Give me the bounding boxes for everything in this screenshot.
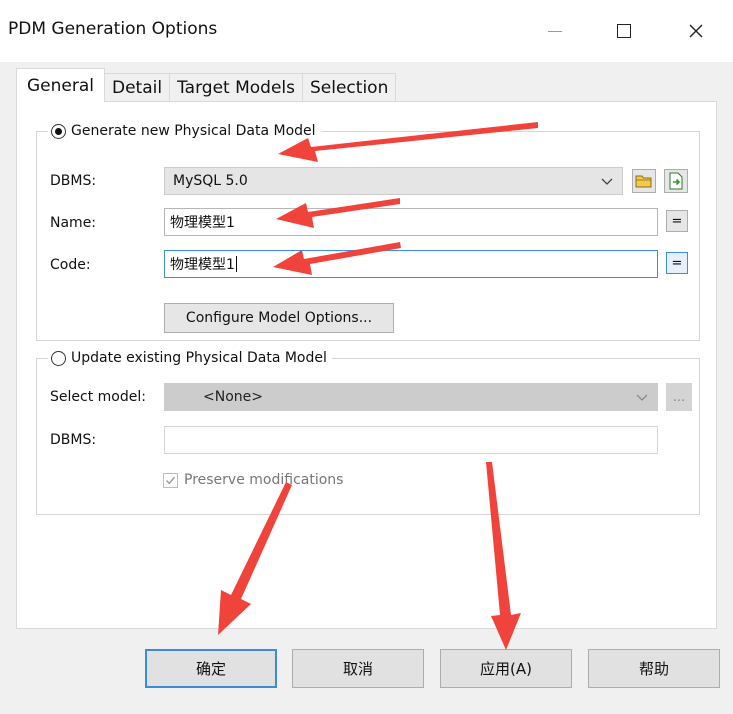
title-bar: PDM Generation Options: [0, 0, 733, 62]
configure-model-options-button[interactable]: Configure Model Options...: [164, 303, 394, 333]
tab-general[interactable]: General: [16, 68, 105, 102]
browse-model-button[interactable]: ...: [666, 383, 692, 411]
dbms-select[interactable]: MySQL 5.0: [164, 167, 623, 195]
code-label: Code:: [50, 257, 91, 273]
minimize-button[interactable]: [535, 14, 575, 48]
select-model-label: Select model:: [50, 389, 146, 405]
name-input[interactable]: 物理模型1: [164, 208, 658, 236]
ok-button[interactable]: 确定: [145, 649, 277, 688]
tab-target-models[interactable]: Target Models: [169, 73, 303, 102]
update-existing-option[interactable]: Update existing Physical Data Model: [48, 348, 332, 368]
code-input[interactable]: 物理模型1: [164, 250, 658, 278]
update-existing-label: Update existing Physical Data Model: [71, 350, 327, 366]
help-button[interactable]: 帮助: [588, 649, 720, 688]
dialog-body: General Detail Target Models Selection G…: [0, 62, 733, 714]
tab-strip: General Detail Target Models Selection: [16, 68, 397, 102]
code-equals-button[interactable]: =: [666, 252, 688, 274]
tab-selection[interactable]: Selection: [302, 73, 397, 102]
window-title: PDM Generation Options: [8, 19, 218, 39]
folder-icon: [635, 175, 652, 188]
preserve-modifications-checkbox[interactable]: [163, 472, 178, 488]
maximize-icon: [617, 24, 631, 38]
import-document-icon: [669, 172, 683, 190]
name-equals-button[interactable]: =: [666, 210, 688, 232]
name-input-value: 物理模型1: [170, 215, 235, 231]
general-tab-panel: Generate new Physical Data Model DBMS: M…: [16, 101, 717, 629]
checkmark-icon: [166, 476, 176, 484]
generate-new-label: Generate new Physical Data Model: [71, 123, 316, 139]
chevron-down-icon: [636, 394, 648, 401]
apply-button[interactable]: 应用(A): [440, 649, 572, 688]
generate-new-option[interactable]: Generate new Physical Data Model: [48, 121, 321, 141]
dbms-select-value: MySQL 5.0: [173, 173, 248, 189]
preserve-modifications-label: Preserve modifications: [184, 472, 344, 488]
code-input-value: 物理模型1: [170, 257, 235, 273]
name-label: Name:: [50, 215, 97, 231]
generate-new-group: Generate new Physical Data Model DBMS: M…: [36, 121, 700, 341]
select-model-value: <None>: [203, 389, 263, 405]
maximize-button[interactable]: [604, 14, 644, 48]
preserve-modifications-option[interactable]: Preserve modifications: [163, 472, 343, 488]
cancel-button[interactable]: 取消: [292, 649, 424, 688]
dbms-label: DBMS:: [50, 173, 97, 189]
chevron-down-icon: [601, 178, 613, 185]
update-dbms-field[interactable]: [164, 426, 658, 454]
update-existing-group: Update existing Physical Data Model Sele…: [36, 348, 700, 515]
import-dbms-button[interactable]: [664, 169, 688, 193]
close-icon: [689, 24, 703, 38]
update-existing-radio[interactable]: [51, 350, 66, 366]
generate-new-radio[interactable]: [51, 123, 66, 139]
select-model-dropdown[interactable]: <None>: [164, 383, 658, 411]
close-button[interactable]: [676, 14, 716, 48]
minimize-icon: [548, 30, 562, 32]
open-folder-button[interactable]: [632, 169, 656, 193]
tab-detail[interactable]: Detail: [104, 73, 171, 102]
text-caret: [235, 256, 237, 272]
update-dbms-label: DBMS:: [50, 432, 97, 448]
